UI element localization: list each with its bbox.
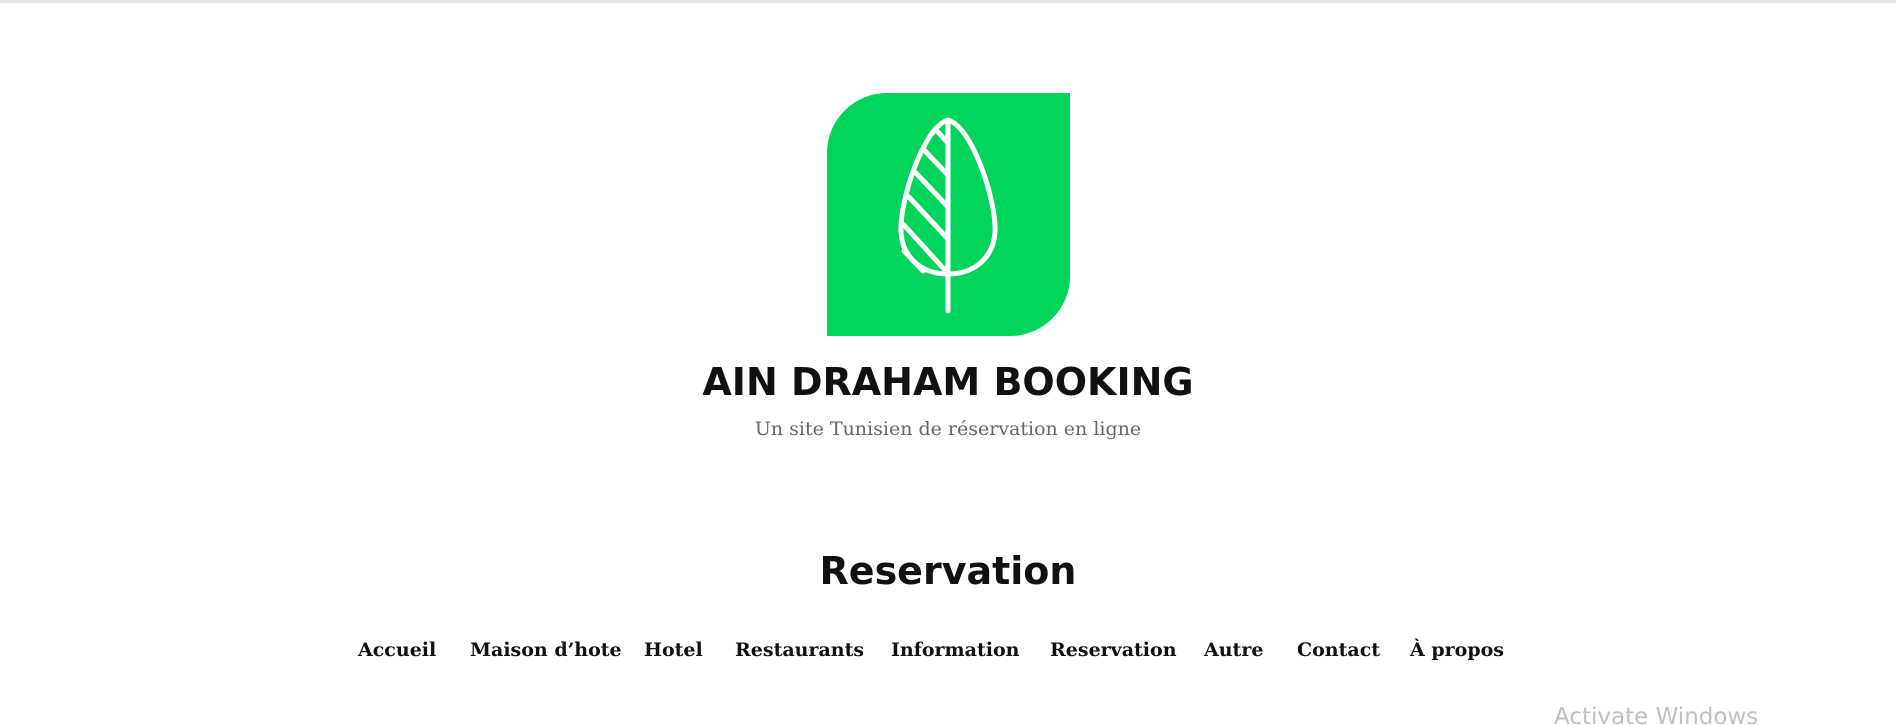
nav-item-reservation[interactable]: Reservation [1050, 633, 1177, 667]
nav-item-autre[interactable]: Autre [1204, 633, 1263, 667]
nav-item-hotel[interactable]: Hotel [644, 633, 703, 667]
page: AIN DRAHAM BOOKING Un site Tunisien de r… [0, 0, 1896, 725]
page-title: Reservation [819, 549, 1077, 593]
nav-item-information[interactable]: Information [891, 633, 1019, 667]
nav-item-contact[interactable]: Contact [1297, 633, 1380, 667]
nav-item-restaurants[interactable]: Restaurants [735, 633, 864, 667]
main-navigation: Accueil Maison d’hote Hotel Restaurants … [0, 633, 1896, 667]
site-logo[interactable] [827, 93, 1070, 336]
nav-item-maison-dhote[interactable]: Maison d’hote [470, 633, 622, 667]
tree-leaf-icon [827, 93, 1070, 336]
nav-item-a-propos[interactable]: À propos [1410, 633, 1504, 667]
nav-item-accueil[interactable]: Accueil [358, 633, 436, 667]
site-title[interactable]: AIN DRAHAM BOOKING [0, 356, 1896, 408]
activate-windows-watermark: Activate Windows [1554, 704, 1759, 725]
site-tagline: Un site Tunisien de réservation en ligne [754, 418, 1142, 440]
top-divider [0, 0, 1896, 3]
